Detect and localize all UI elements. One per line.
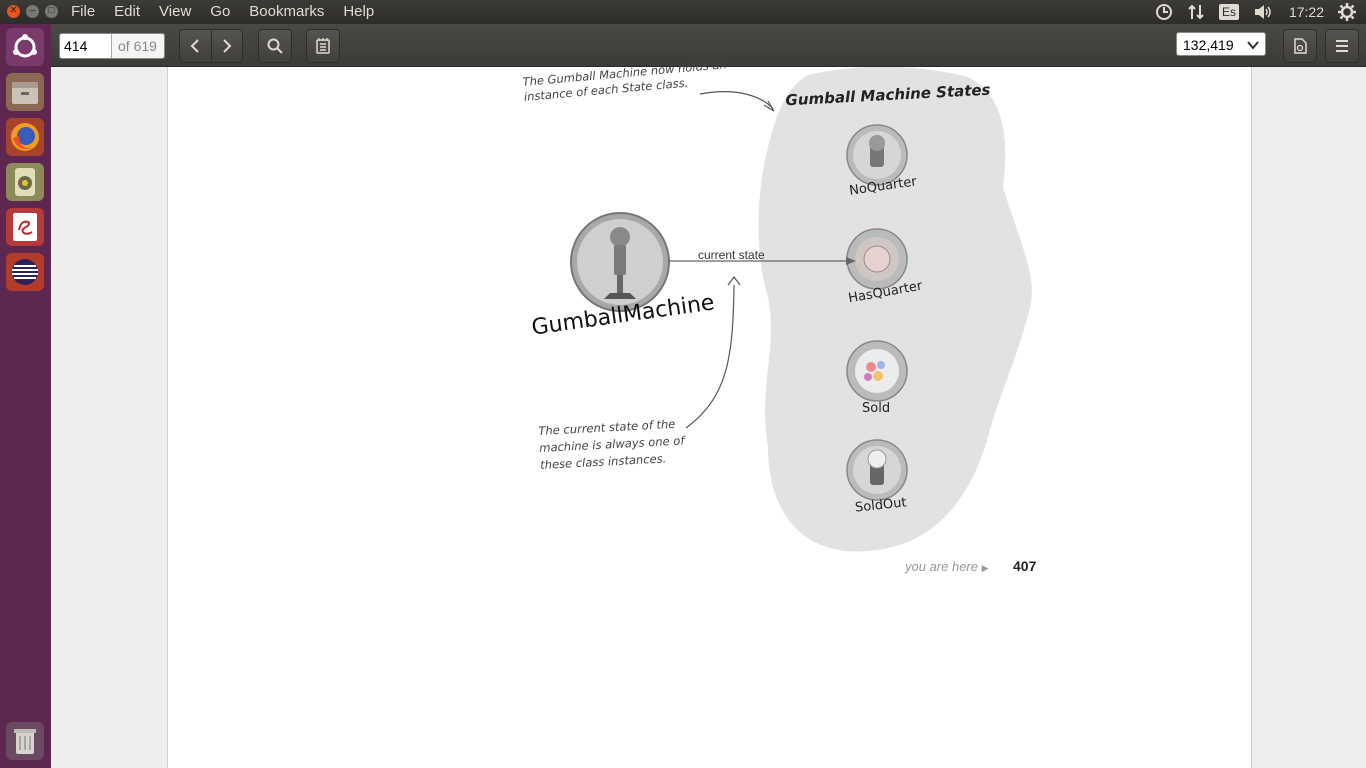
hamburger-menu-icon xyxy=(1336,40,1348,52)
menu-file[interactable]: File xyxy=(71,3,95,20)
footer-page-number: 407 xyxy=(1013,558,1037,574)
page-number-input[interactable] xyxy=(60,34,112,58)
menu-edit[interactable]: Edit xyxy=(114,3,140,20)
main-menu-button[interactable] xyxy=(1325,29,1359,63)
notes-icon xyxy=(316,38,330,54)
chevron-left-icon xyxy=(190,39,199,53)
you-are-here-text: you are here xyxy=(905,559,978,574)
sync-icon xyxy=(1155,4,1172,20)
menu-bookmarks[interactable]: Bookmarks xyxy=(249,3,324,20)
volume-icon xyxy=(1254,5,1271,19)
document-viewer-icon[interactable] xyxy=(6,208,44,246)
state-soldout xyxy=(846,439,908,501)
chevron-right-icon xyxy=(223,39,232,53)
zoom-selector[interactable]: 132,419 xyxy=(1176,32,1266,56)
clock[interactable]: 17:22 xyxy=(1289,4,1324,20)
annotations-button[interactable] xyxy=(306,29,340,63)
next-page-button[interactable] xyxy=(212,30,243,62)
files-icon[interactable] xyxy=(6,73,44,111)
find-button[interactable] xyxy=(258,29,292,63)
volume-indicator[interactable] xyxy=(1253,0,1273,24)
minimize-icon: – xyxy=(29,5,36,16)
state-hasquarter xyxy=(846,228,908,290)
search-icon xyxy=(267,38,283,54)
page-total-label: of 619 xyxy=(112,34,164,58)
maximize-icon: □ xyxy=(48,5,55,16)
state-label-sold: Sold xyxy=(862,401,891,416)
system-tray: Es 17:22 xyxy=(1141,0,1366,24)
keyboard-layout-indicator[interactable]: Es xyxy=(1218,0,1239,24)
network-arrows-icon xyxy=(1188,4,1204,20)
network-indicator[interactable] xyxy=(1187,0,1205,24)
document-area[interactable]: Gumball Machine States GumballMachine cu… xyxy=(51,57,1366,768)
page-nav-group xyxy=(179,29,243,63)
triangle-right-icon: ▶ xyxy=(981,563,989,573)
ubuntu-dash-icon[interactable] xyxy=(6,28,44,66)
eclipse-icon[interactable] xyxy=(6,253,44,291)
chevron-down-icon xyxy=(1247,41,1259,50)
top-menu-bar: ✕ – □ File Edit View Go Bookmarks Help E… xyxy=(0,0,1366,24)
music-player-icon[interactable] xyxy=(6,163,44,201)
zoom-value: 132,419 xyxy=(1183,37,1234,53)
document-icon xyxy=(1294,38,1307,54)
session-menu[interactable] xyxy=(1338,0,1356,24)
previous-page-button[interactable] xyxy=(180,30,212,62)
you-are-here-label: you are here ▶ xyxy=(905,559,989,574)
state-sold xyxy=(846,340,908,402)
menu-bar: File Edit View Go Bookmarks Help xyxy=(71,3,374,20)
trash-icon[interactable] xyxy=(6,722,44,760)
gumball-machine-image xyxy=(570,212,670,312)
note-bottom: The current state of the machine is alwa… xyxy=(538,415,686,474)
menu-help[interactable]: Help xyxy=(343,3,374,20)
arrow-label: current state xyxy=(698,248,765,262)
window-maximize-button[interactable]: □ xyxy=(45,5,58,18)
firefox-icon[interactable] xyxy=(6,118,44,156)
menu-view[interactable]: View xyxy=(159,3,191,20)
launcher xyxy=(0,24,52,768)
gear-icon xyxy=(1338,3,1356,21)
keyboard-layout-badge: Es xyxy=(1218,4,1239,20)
close-icon: ✕ xyxy=(9,5,18,16)
sync-indicator[interactable] xyxy=(1155,0,1173,24)
document-page: Gumball Machine States GumballMachine cu… xyxy=(167,57,1252,768)
page-selector: of 619 xyxy=(59,33,165,59)
window-close-button[interactable]: ✕ xyxy=(7,5,20,18)
menu-go[interactable]: Go xyxy=(210,3,230,20)
document-properties-button[interactable] xyxy=(1283,29,1317,63)
gumball-diagram: Gumball Machine States GumballMachine cu… xyxy=(530,67,1032,552)
window-minimize-button[interactable]: – xyxy=(26,5,39,18)
